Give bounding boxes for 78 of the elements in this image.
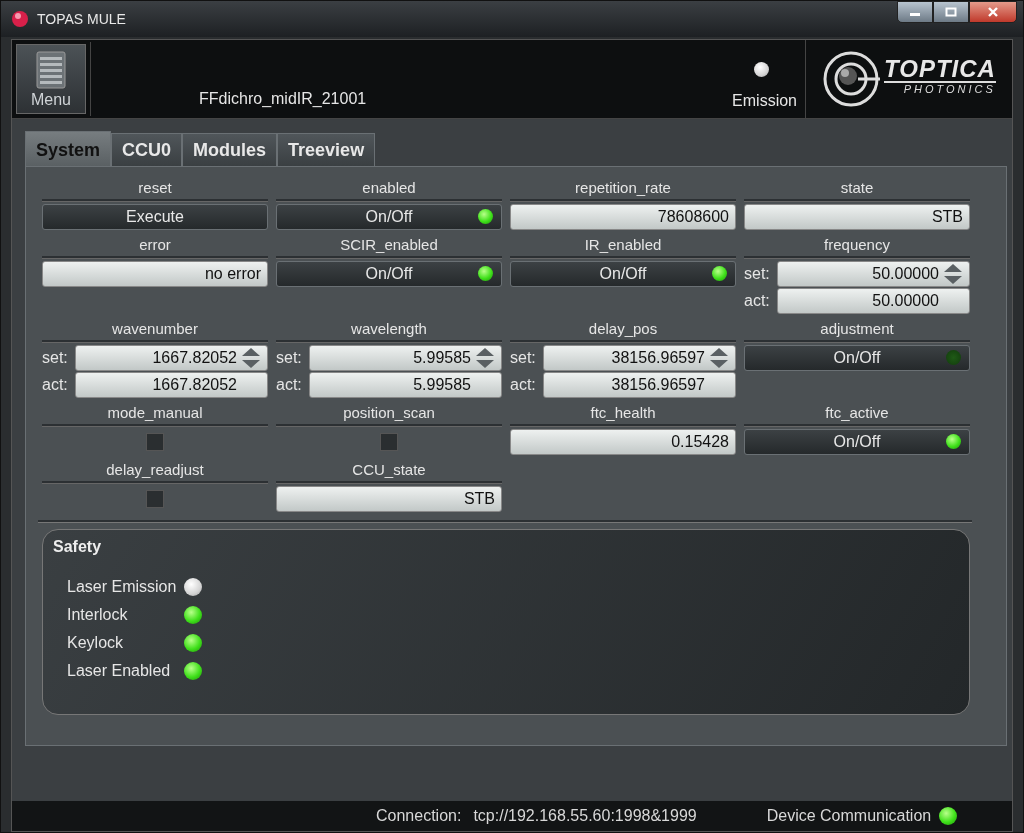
number-input[interactable]: 1667.82052 bbox=[75, 345, 268, 371]
parameter-label: error bbox=[138, 236, 172, 254]
checkbox[interactable] bbox=[380, 433, 398, 451]
number-input[interactable]: 5.99585 bbox=[309, 345, 502, 371]
parameter-label: position_scan bbox=[342, 404, 436, 422]
parameter-label: CCU_state bbox=[351, 461, 427, 479]
maximize-icon bbox=[945, 7, 957, 17]
value-field: 0.15428 bbox=[510, 429, 736, 455]
parameter-label: delay_pos bbox=[587, 320, 659, 338]
indicator-label: Interlock bbox=[67, 606, 129, 624]
logo-subtitle: PHOTONICS bbox=[903, 83, 996, 95]
tab[interactable]: Treeview bbox=[277, 133, 376, 166]
set-label: set: bbox=[276, 349, 303, 367]
close-button[interactable] bbox=[969, 1, 1017, 23]
parameter-label: delay_readjust bbox=[105, 461, 205, 479]
parameter-label: wavelength bbox=[350, 320, 428, 338]
connection-address: tcp://192.168.55.60:1998&1999 bbox=[473, 807, 697, 825]
value-field: 38156.96597 bbox=[543, 372, 736, 398]
menu-button[interactable]: Menu bbox=[16, 44, 86, 114]
spinner-icon[interactable] bbox=[241, 347, 261, 369]
toggle-button[interactable]: On/Off bbox=[510, 261, 736, 287]
connection-label: Connection: bbox=[376, 807, 462, 825]
parameter-label: reset bbox=[137, 179, 173, 197]
spinner-icon[interactable] bbox=[475, 347, 495, 369]
number-input[interactable]: 50.00000 bbox=[777, 261, 970, 287]
act-label: act: bbox=[276, 376, 303, 394]
tab[interactable]: Modules bbox=[182, 133, 278, 166]
window-title: TOPAS MULE bbox=[37, 11, 127, 27]
spinner-icon[interactable] bbox=[943, 263, 963, 285]
parameter-label: mode_manual bbox=[106, 404, 204, 422]
app-icon bbox=[11, 10, 29, 28]
indicator-label: Laser Enabled bbox=[67, 662, 172, 680]
set-label: set: bbox=[42, 349, 69, 367]
set-label: set: bbox=[744, 265, 771, 283]
act-label: act: bbox=[744, 292, 771, 310]
logo-text: TOPTICA bbox=[884, 57, 996, 83]
device-communication-label: Device Communication bbox=[766, 807, 932, 825]
logo-icon bbox=[822, 50, 880, 108]
checkbox[interactable] bbox=[146, 490, 164, 508]
parameter-label: enabled bbox=[361, 179, 417, 197]
parameter-label: frequency bbox=[823, 236, 891, 254]
value-field: 1667.82052 bbox=[75, 372, 268, 398]
value-field: 50.00000 bbox=[777, 288, 970, 314]
safety-title: Safety bbox=[53, 538, 102, 555]
set-label: set: bbox=[510, 349, 537, 367]
toggle-button[interactable]: On/Off bbox=[744, 345, 970, 371]
parameter-label: SCIR_enabled bbox=[339, 236, 439, 254]
act-label: act: bbox=[42, 376, 69, 394]
close-icon bbox=[987, 7, 999, 17]
indicator-label: Keylock bbox=[67, 634, 125, 652]
parameter-label: adjustment bbox=[819, 320, 895, 338]
spinner-icon[interactable] bbox=[709, 347, 729, 369]
parameter-label: ftc_health bbox=[589, 404, 657, 422]
parameter-label: state bbox=[839, 179, 875, 197]
minimize-button[interactable] bbox=[897, 1, 933, 23]
tab[interactable]: System bbox=[25, 131, 112, 166]
parameter-label: wavenumber bbox=[111, 320, 199, 338]
maximize-button[interactable] bbox=[933, 1, 969, 23]
toggle-button[interactable]: On/Off bbox=[276, 261, 502, 287]
toggle-button[interactable]: On/Off bbox=[276, 204, 502, 230]
device-name: FFdichro_midIR_21001 bbox=[198, 90, 368, 109]
emission-label: Emission bbox=[732, 92, 797, 110]
toggle-button[interactable]: On/Off bbox=[744, 429, 970, 455]
tab[interactable]: CCU0 bbox=[111, 133, 183, 166]
value-field: STB bbox=[276, 486, 502, 512]
value-field: STB bbox=[744, 204, 970, 230]
checkbox[interactable] bbox=[146, 433, 164, 451]
indicator-label: Laser Emission bbox=[67, 578, 177, 596]
parameter-label: ftc_active bbox=[824, 404, 890, 422]
number-input[interactable]: 38156.96597 bbox=[543, 345, 736, 371]
value-field: no error bbox=[42, 261, 268, 287]
act-label: act: bbox=[510, 376, 537, 394]
value-field: 5.99585 bbox=[309, 372, 502, 398]
menu-icon bbox=[36, 51, 66, 89]
value-field: 78608600 bbox=[510, 204, 736, 230]
parameter-label: repetition_rate bbox=[574, 179, 672, 197]
parameter-label: IR_enabled bbox=[583, 236, 663, 254]
execute-button[interactable]: Execute bbox=[42, 204, 268, 230]
